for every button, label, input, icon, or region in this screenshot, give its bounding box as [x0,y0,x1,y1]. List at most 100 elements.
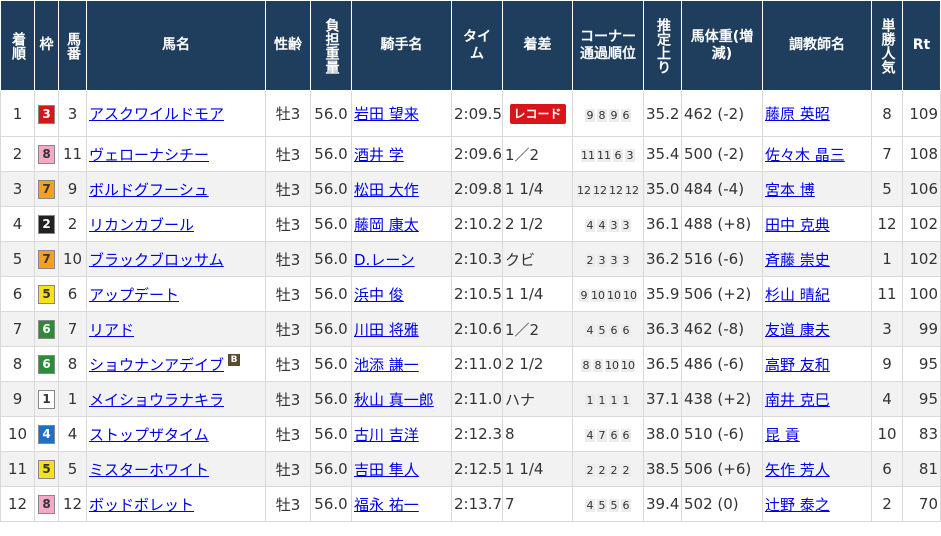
trainer-cell-text[interactable]: 斉藤 崇史 [765,251,830,269]
corner-position: 10 [591,289,605,302]
horse-name-cell-text[interactable]: ストップザタイム [89,426,209,444]
jockey-cell-text[interactable]: 松田 大作 [354,181,419,199]
jockey-cell-text[interactable]: 吉田 隼人 [354,461,419,479]
horse-name-cell-text[interactable]: ボッドボレット [89,496,194,514]
rank-cell: 9 [0,381,35,417]
horse-name-cell: アスクワイルドモア [86,90,266,137]
jockey-cell-text[interactable]: 秋山 真一郎 [354,391,434,409]
header-jockey: 騎手名 [351,0,452,91]
margin-cell: 1 1/4 [502,451,573,487]
sex-age-cell: 牡3 [265,486,311,522]
popularity-cell: 12 [871,206,903,242]
sex-age-cell-text: 牡3 [275,250,301,269]
popularity-cell-text: 4 [882,390,892,408]
record-badge: レコード [509,103,566,124]
popularity-cell: 11 [871,276,903,312]
trainer-cell-text[interactable]: 昆 貢 [765,426,800,444]
horse-name-cell-text[interactable]: ショウナンアデイブ [89,356,224,374]
trainer-cell: 宮本 博 [762,171,872,207]
rating-cell-text: 95 [918,390,938,408]
body-weight-cell: 516 (-6) [681,241,763,277]
trainer-cell-text[interactable]: 杉山 晴紀 [765,286,830,304]
horse-name-cell-text[interactable]: ブラックブロッサム [89,251,224,269]
margin-cell-text: 7 [505,495,515,513]
umaban-cell-text: 11 [62,145,83,163]
popularity-cell-text: 12 [877,215,897,233]
horse-name-cell-text[interactable]: ヴェローナシチー [89,146,209,164]
trainer-cell-text[interactable]: 佐々木 晶三 [765,146,845,164]
result-row: 7 6 7 リアド 牡3 56.0 川田 将雅 2:10.6 1／2 4 5 6 6 36.3 462 (-… [0,311,941,347]
corner-position: 6 [621,324,631,337]
body-weight-cell: 484 (-4) [681,171,763,207]
jockey-cell-text[interactable]: 福永 祐一 [354,496,419,514]
body-weight-cell: 510 (-6) [681,416,763,452]
corner-position: 3 [621,254,631,267]
horse-name-cell-text[interactable]: ボルドグフーシュ [89,181,209,199]
jockey-cell-text[interactable]: 古川 吉洋 [354,426,419,444]
waku-cell: 8 [34,486,59,522]
trainer-cell-text[interactable]: 友道 康夫 [765,321,830,339]
corner-position: 8 [597,108,607,122]
jockey-cell-text[interactable]: 岩田 望来 [354,105,419,123]
header-corner: コーナー通過順位 [572,0,644,91]
horse-name-cell-text[interactable]: リアド [89,321,134,339]
result-row: 3 7 9 ボルドグフーシュ 牡3 56.0 松田 大作 2:09.8 1 1/4 12 12 12 1… [0,171,941,207]
corner-cell: 9 10 10 10 [572,276,644,312]
horse-name-cell-text[interactable]: リカンカブール [89,216,194,234]
corner-position: 10 [623,289,637,302]
header-sex-age: 性齢 [265,0,311,91]
time-cell-text: 2:10.3 [454,250,502,268]
corner-position: 7 [597,429,607,442]
trainer-cell-text[interactable]: 南井 克巳 [765,391,830,409]
horse-name-cell-text[interactable]: アスクワイルドモア [89,105,224,123]
body-weight-cell-text: 484 (-4) [684,180,745,198]
jockey-cell-text[interactable]: 池添 謙一 [354,356,419,374]
umaban-cell: 11 [58,136,87,172]
trainer-cell-text[interactable]: 藤原 英昭 [765,105,830,123]
popularity-cell: 4 [871,381,903,417]
trainer-cell: 杉山 晴紀 [762,276,872,312]
result-row: 9 1 1 メイショウラナキラ 牡3 56.0 秋山 真一郎 2:11.0 ハナ 1 1 1 1 37.1… [0,381,941,417]
margin-cell-text: 2 1/2 [505,355,544,373]
trainer-cell-text[interactable]: 宮本 博 [765,181,815,199]
jockey-cell: 岩田 望来 [351,90,452,137]
waku-badge: 6 [38,355,55,374]
rank-cell-text: 11 [7,460,28,478]
rank-cell-text: 9 [12,390,23,408]
umaban-cell: 4 [58,416,87,452]
margin-cell: 8 [502,416,573,452]
weight-cell-text: 56.0 [314,425,348,443]
jockey-cell-text[interactable]: 酒井 学 [354,146,404,164]
jockey-cell-text[interactable]: 藤岡 康太 [354,216,419,234]
sex-age-cell: 牡3 [265,171,311,207]
jockey-cell-text[interactable]: 浜中 俊 [354,286,404,304]
waku-badge: 7 [38,180,55,199]
sex-age-cell: 牡3 [265,136,311,172]
header-waku: 枠 [34,0,59,91]
trainer-cell-text[interactable]: 高野 友和 [765,356,830,374]
trainer-cell-text[interactable]: 矢作 芳人 [765,461,830,479]
corner-position: 6 [609,324,619,337]
time-cell: 2:12.5 [451,451,503,487]
result-row: 1 3 3 アスクワイルドモア 牡3 56.0 岩田 望来 2:09.5 レコード 9 8 9 6 35.… [0,90,941,137]
trainer-cell-text[interactable]: 辻野 泰之 [765,496,830,514]
horse-name-cell-text[interactable]: メイショウラナキラ [89,391,224,409]
body-weight-cell: 438 (+2) [681,381,763,417]
rank-cell: 12 [0,486,35,522]
corner-position: 9 [579,289,589,302]
horse-name-cell-text[interactable]: ミスターホワイト [89,461,209,479]
result-row: 6 5 6 アップデート 牡3 56.0 浜中 俊 2:10.5 1 1/4 9 10 10 10 35.… [0,276,941,312]
margin-cell-text: クビ [505,250,536,269]
rating-cell-text: 99 [918,320,938,338]
last-3f-cell: 38.5 [643,451,682,487]
waku-badge: 2 [38,215,55,234]
time-cell-text: 2:09.8 [454,180,502,198]
popularity-cell-text: 10 [877,425,897,443]
horse-name-cell-text[interactable]: アップデート [89,286,179,304]
last-3f-cell: 36.3 [643,311,682,347]
trainer-cell-text[interactable]: 田中 克典 [765,216,830,234]
corner-position: 1 [597,394,607,407]
jockey-cell-text[interactable]: D.レーン [354,251,415,269]
rating-cell: 95 [902,381,941,417]
jockey-cell-text[interactable]: 川田 将雅 [354,321,419,339]
